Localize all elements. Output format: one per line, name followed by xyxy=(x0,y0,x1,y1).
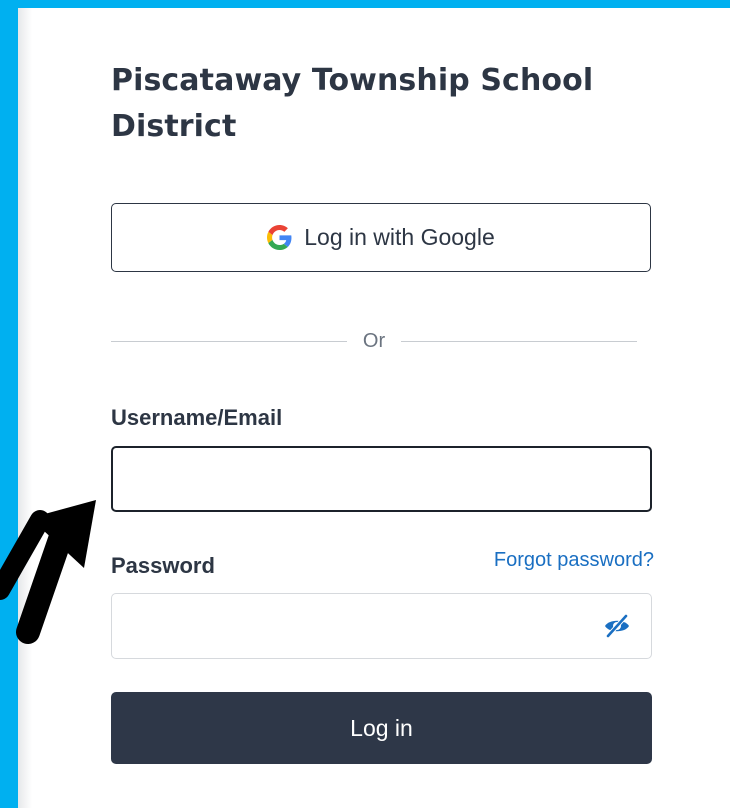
divider-line-right xyxy=(401,340,637,342)
eye-slash-icon[interactable] xyxy=(603,614,631,638)
password-label: Password xyxy=(111,553,215,578)
pointing-arrow-annotation xyxy=(0,500,96,644)
page-title: Piscataway Township School District xyxy=(111,63,594,144)
forgot-password-link[interactable]: Forgot password? xyxy=(470,549,654,572)
password-input[interactable] xyxy=(112,594,592,658)
google-g-icon xyxy=(267,225,292,250)
or-divider: Or xyxy=(111,328,637,354)
google-login-button[interactable]: Log in with Google xyxy=(111,203,651,272)
username-input[interactable] xyxy=(111,446,652,512)
divider-line-left xyxy=(111,340,347,342)
login-button[interactable]: Log in xyxy=(111,692,652,764)
panel-edge-shadow xyxy=(18,8,32,808)
divider-text: Or xyxy=(362,329,386,352)
google-login-label: Log in with Google xyxy=(304,224,495,250)
username-label: Username/Email xyxy=(111,405,283,430)
password-field xyxy=(111,593,652,659)
